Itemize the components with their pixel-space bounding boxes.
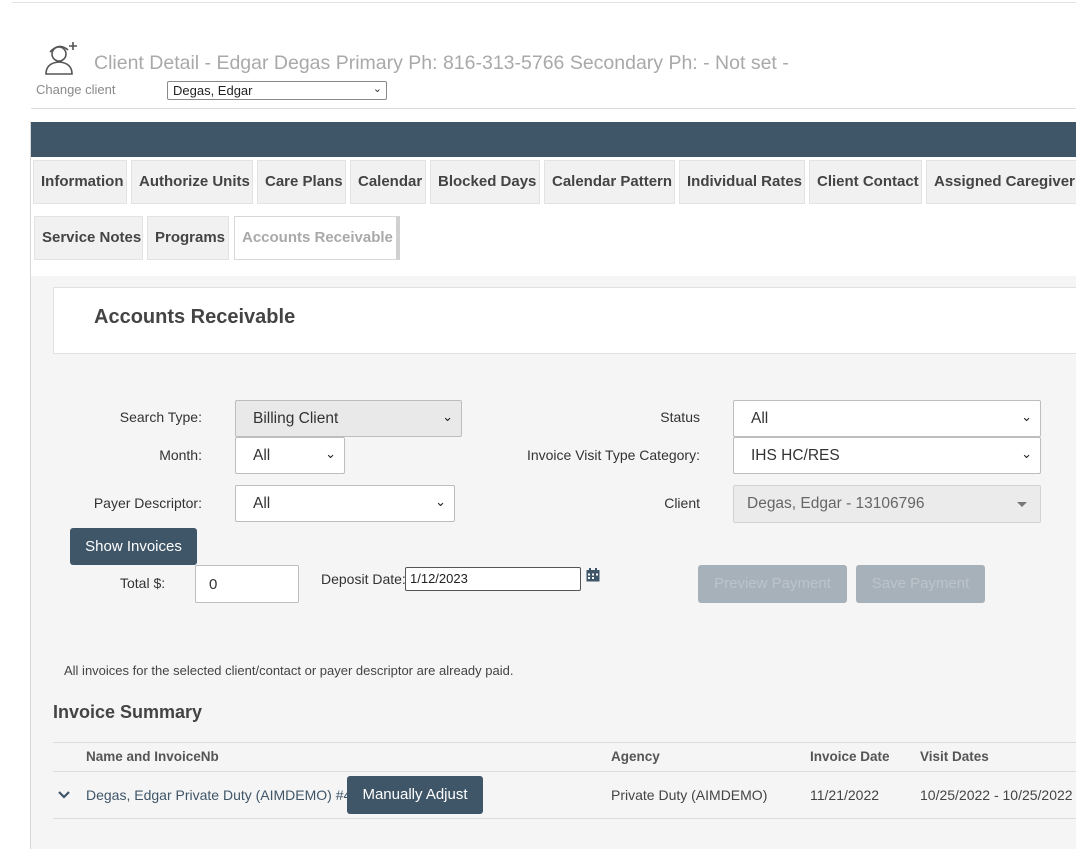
search-type-label: Search Type:	[119, 409, 202, 425]
month-value: All	[253, 447, 271, 464]
visit-type-select[interactable]: IHS HC/RES ⌄	[733, 437, 1041, 474]
change-client-value: Degas, Edgar	[173, 83, 253, 98]
change-client-select[interactable]: Degas, Edgar ⌄	[167, 81, 387, 100]
chevron-down-icon: ⌄	[372, 83, 382, 95]
visit-dates: 10/25/2022 - 10/25/2022	[920, 787, 1073, 803]
visit-type-label: Invoice Visit Type Category:	[526, 447, 700, 463]
visit-type-value: IHS HC/RES	[751, 447, 840, 464]
deposit-date-label: Deposit Date:	[321, 571, 406, 587]
add-user-icon	[44, 38, 80, 76]
header-divider	[31, 108, 1076, 109]
tab-care-plans[interactable]: Care Plans	[257, 160, 346, 204]
status-value: All	[751, 410, 769, 427]
tab-information[interactable]: Information	[33, 160, 127, 204]
tab-accounts-receivable[interactable]: Accounts Receivable	[234, 216, 400, 260]
payer-descriptor-select[interactable]: All ⌄	[235, 485, 455, 522]
search-type-select[interactable]: Billing Client ⌄	[235, 400, 462, 437]
preview-payment-button[interactable]: Preview Payment	[698, 565, 847, 603]
total-amount-input[interactable]: 0	[195, 565, 299, 603]
show-invoices-button[interactable]: Show Invoices	[70, 528, 197, 565]
page-title: Client Detail - Edgar Degas Primary Ph: …	[94, 52, 789, 74]
client-combobox[interactable]: Degas, Edgar - 13106796	[733, 485, 1041, 523]
column-header-agency: Agency	[611, 749, 660, 764]
tab-blocked-days[interactable]: Blocked Days	[430, 160, 540, 204]
status-message: All invoices for the selected client/con…	[64, 663, 514, 678]
tab-client-contact[interactable]: Client Contact	[809, 160, 922, 204]
column-header-visit-dates: Visit Dates	[920, 749, 989, 764]
top-navigation-bar	[31, 122, 1076, 157]
manually-adjust-button[interactable]: Manually Adjust	[347, 776, 483, 814]
tab-service-notes[interactable]: Service Notes	[34, 216, 143, 260]
column-header-name: Name and InvoiceNb	[86, 749, 219, 764]
chevron-down-icon: ⌄	[442, 409, 453, 424]
client-label: Client	[664, 495, 700, 511]
chevron-down-icon: ⌄	[1021, 446, 1032, 461]
tab-programs[interactable]: Programs	[147, 216, 229, 260]
client-value: Degas, Edgar - 13106796	[747, 495, 925, 512]
expand-row-chevron-icon[interactable]	[56, 787, 72, 803]
table-row-border	[53, 818, 1076, 819]
caret-down-icon	[1017, 502, 1027, 507]
tab-individual-rates[interactable]: Individual Rates	[679, 160, 805, 204]
invoice-name-link[interactable]: Degas, Edgar Private Duty (AIMDEMO) #45	[86, 787, 359, 803]
invoice-date: 11/21/2022	[810, 787, 880, 803]
payer-descriptor-value: All	[253, 495, 271, 512]
top-divider	[12, 2, 1076, 3]
save-payment-button[interactable]: Save Payment	[856, 565, 985, 603]
invoice-agency: Private Duty (AIMDEMO)	[611, 787, 768, 803]
tab-assigned-caregiver[interactable]: Assigned Caregiver	[926, 160, 1076, 204]
tab-calendar[interactable]: Calendar	[350, 160, 426, 204]
search-type-value: Billing Client	[253, 410, 339, 427]
section-title: Accounts Receivable	[94, 306, 296, 328]
month-select[interactable]: All ⌄	[235, 437, 345, 474]
month-label: Month:	[159, 447, 202, 463]
deposit-date-input[interactable]: 1/12/2023	[405, 567, 581, 591]
status-select[interactable]: All ⌄	[733, 400, 1041, 437]
chevron-down-icon: ⌄	[1021, 409, 1032, 424]
calendar-icon[interactable]	[586, 568, 600, 582]
status-label: Status	[660, 409, 700, 425]
payer-descriptor-label: Payer Descriptor:	[93, 495, 202, 511]
column-header-invoice-date: Invoice Date	[810, 749, 890, 764]
change-client-label: Change client	[36, 82, 116, 97]
total-label: Total $:	[120, 575, 166, 591]
tab-calendar-pattern[interactable]: Calendar Pattern	[544, 160, 675, 204]
chevron-down-icon: ⌄	[325, 446, 336, 461]
chevron-down-icon: ⌄	[435, 494, 446, 509]
invoice-summary-title: Invoice Summary	[53, 702, 203, 722]
header-row-border	[53, 771, 1076, 772]
tab-authorize-units[interactable]: Authorize Units	[131, 160, 253, 204]
table-top-border	[53, 742, 1076, 743]
